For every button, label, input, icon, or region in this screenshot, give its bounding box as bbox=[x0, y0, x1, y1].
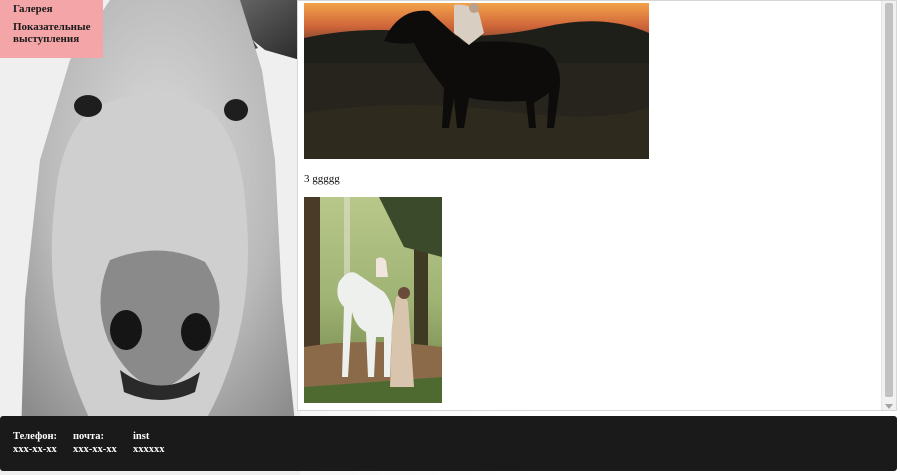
contact-phone-value: xxx-xx-xx bbox=[13, 444, 57, 455]
menu-item-shows[interactable]: Показательные выступления bbox=[13, 21, 103, 45]
contact-inst-value[interactable]: xxxxxx bbox=[133, 443, 165, 456]
caption-number: 3 bbox=[304, 173, 310, 185]
contact-email-value: xxx-xx-xx bbox=[73, 444, 117, 455]
contact-inst: inst xxxxxx bbox=[133, 430, 165, 456]
scrollbar-thumb[interactable] bbox=[885, 3, 893, 397]
content-panel: 3 ggggg bbox=[297, 0, 897, 411]
footer: Телефон: xxx-xx-xx почта: xxx-xx-xx inst… bbox=[0, 416, 897, 471]
side-menu: Галерея Показательные выступления bbox=[0, 0, 103, 58]
vertical-scrollbar[interactable] bbox=[881, 1, 896, 410]
menu-item-gallery[interactable]: Галерея bbox=[13, 3, 103, 15]
white-horse-forest-photo bbox=[304, 197, 442, 403]
contact-inst-label: inst bbox=[133, 431, 150, 442]
contact-phone-label: Телефон: bbox=[13, 431, 58, 442]
sunset-horse-rider-photo bbox=[304, 3, 649, 159]
photo-caption: 3 ggggg bbox=[304, 173, 340, 185]
caption-link[interactable]: ggggg bbox=[312, 173, 340, 185]
contact-phone: Телефон: xxx-xx-xx bbox=[13, 430, 57, 456]
scroll-down-icon[interactable] bbox=[885, 404, 893, 409]
contact-email-label: почта: bbox=[73, 431, 104, 442]
contact-email: почта: xxx-xx-xx bbox=[73, 430, 117, 456]
